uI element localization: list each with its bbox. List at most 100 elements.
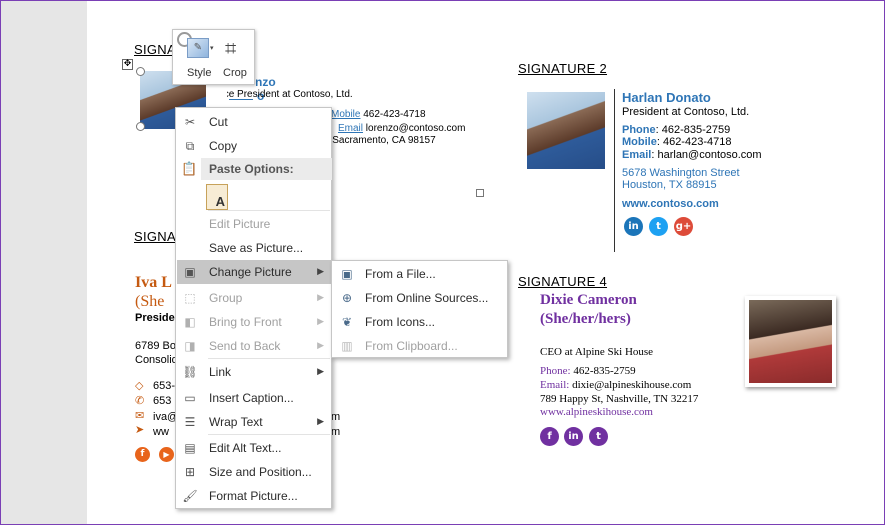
youtube-icon[interactable]: ▶ (159, 447, 174, 462)
menu-item-format-picture[interactable]: 🖌 Format Picture... (177, 484, 332, 508)
menu-item-copy[interactable]: ⧉ Copy (177, 134, 332, 158)
signature-2-name: Harlan Donato (622, 90, 711, 105)
signature-3-title: Preside (135, 312, 175, 324)
facebook-icon[interactable]: f (540, 427, 559, 446)
signature-1-mobile: 462-423-4718 (363, 109, 426, 120)
linkedin-icon[interactable]: in (564, 427, 583, 446)
submenu-arrow-icon: ▶ (317, 341, 324, 351)
resize-handle[interactable] (136, 67, 145, 76)
menu-item-size-and-position[interactable]: ⊞ Size and Position... (177, 460, 332, 484)
cursor-icon: ➤ (135, 424, 145, 436)
signature-2-address-line1: 5678 Washington Street (622, 167, 740, 179)
resize-handle[interactable] (136, 122, 145, 131)
menu-item-bring-to-front: ◧ Bring to Front ▶ (177, 310, 332, 334)
facebook-icon[interactable]: f (135, 447, 150, 462)
submenu-arrow-icon: ▶ (317, 317, 324, 327)
twitter-icon[interactable]: t (589, 427, 608, 446)
menu-item-group-label: Group (209, 291, 243, 305)
menu-item-link-label: Link (209, 365, 232, 379)
menu-item-cut[interactable]: ✂ Cut (177, 110, 332, 134)
signature-2-phone-label: Phone (622, 124, 656, 136)
menu-item-change-picture[interactable]: ▣ Change Picture ▶ (177, 260, 332, 284)
crop-icon[interactable]: ⌗ (225, 38, 236, 58)
change-picture-icon: ▣ (184, 265, 196, 279)
menu-item-insert-caption[interactable]: ▭ Insert Caption... (177, 386, 332, 410)
menu-item-insert-caption-label: Insert Caption... (209, 391, 294, 405)
menu-item-send-to-back-label: Send to Back (209, 339, 281, 353)
submenu-arrow-icon: ▶ (317, 367, 324, 377)
signature-3-website-tail: m (331, 426, 341, 438)
signature-2-title: President at Contoso, Ltd. (622, 106, 750, 118)
menu-item-send-to-back: ◨ Send to Back ▶ (177, 334, 332, 358)
signature-3-website: ww (153, 426, 169, 438)
copy-icon: ⧉ (185, 139, 195, 153)
menu-item-edit-picture-label: Edit Picture (209, 217, 271, 231)
signature-4-name: Dixie Cameron (540, 292, 637, 308)
divider (229, 99, 253, 100)
vertical-divider (614, 89, 615, 252)
submenu-arrow-icon: ▶ (317, 417, 324, 427)
submenu-item-from-clipboard: ▥ From Clipboard... (333, 334, 508, 358)
menu-item-format-picture-label: Format Picture... (209, 489, 298, 503)
scissors-icon: ✂ (184, 115, 196, 129)
crop-button[interactable]: Crop (223, 67, 247, 79)
menu-item-edit-picture: Edit Picture (177, 212, 332, 236)
picture-style-icon[interactable]: ✎ (187, 38, 209, 58)
style-button[interactable]: Style (187, 67, 211, 79)
change-picture-submenu: ▣ From a File... ⊕ From Online Sources... … (331, 260, 508, 358)
signature-2-mobile: : 462-423-4718 (656, 136, 732, 148)
signature-2-phone: : 462-835-2759 (655, 124, 731, 136)
signature-2-email: : harlan@contoso.com (651, 149, 762, 161)
menu-item-size-and-position-label: Size and Position... (209, 465, 312, 479)
menu-item-link[interactable]: ⛓ Link ▶ (177, 360, 332, 384)
signature-2-mobile-label: Mobile (622, 136, 657, 148)
alt-text-icon: ▤ (184, 441, 196, 455)
linkedin-icon[interactable]: in (624, 217, 643, 236)
submenu-item-from-icons[interactable]: ❦ From Icons... (333, 310, 508, 334)
menu-item-group: ⬚ Group ▶ (177, 286, 332, 310)
menu-item-edit-alt-text-label: Edit Alt Text... (209, 441, 282, 455)
menu-item-wrap-text[interactable]: ☰ Wrap Text ▶ (177, 410, 332, 434)
icons-icon: ❦ (341, 315, 353, 329)
signature-4-address: 789 Happy St, Nashville, TN 32217 (540, 393, 699, 405)
submenu-item-from-file[interactable]: ▣ From a File... (333, 262, 508, 286)
caption-icon: ▭ (184, 391, 196, 405)
signature-4-heading: SIGNATURE 4 (518, 274, 608, 289)
menu-item-cut-label: Cut (209, 115, 228, 129)
paste-keep-text-icon[interactable]: A (206, 184, 228, 210)
submenu-item-from-online[interactable]: ⊕ From Online Sources... (333, 286, 508, 310)
signature-1-mobile-label: Mobile (331, 109, 361, 120)
link-icon: ⛓ (182, 365, 198, 379)
twitter-icon[interactable]: t (649, 217, 668, 236)
menu-item-change-picture-label: Change Picture (209, 265, 292, 279)
context-menu: ✂ Cut ⧉ Copy Paste Options: 📋 A Edit Pictu… (175, 107, 332, 509)
phone-icon: ✆ (135, 395, 145, 407)
googleplus-icon[interactable]: g+ (674, 217, 693, 236)
submenu-item-from-online-label: From Online Sources... (365, 291, 489, 305)
menu-item-save-as-picture[interactable]: Save as Picture... (177, 236, 332, 260)
submenu-arrow-icon: ▶ (317, 293, 324, 303)
signature-2-heading: SIGNATURE 2 (518, 61, 608, 76)
bring-to-front-icon: ◧ (184, 315, 196, 329)
menu-item-bring-to-front-label: Bring to Front (209, 315, 282, 329)
harlan-profile-photo (527, 92, 605, 169)
signature-1-email: lorenzo@contoso.com (365, 123, 466, 134)
signature-3-pronoun: (She (135, 293, 165, 310)
menu-item-edit-alt-text[interactable]: ▤ Edit Alt Text... (177, 436, 332, 460)
submenu-item-from-file-label: From a File... (365, 267, 436, 281)
signature-3-phone1: 653- (153, 380, 176, 392)
file-picture-icon: ▣ (341, 267, 353, 281)
signature-4-title: CEO at Alpine Ski House (540, 346, 654, 358)
format-picture-icon: 🖌 (182, 489, 198, 503)
signature-2-website[interactable]: www.contoso.com (622, 198, 719, 210)
signature-3-email-tail: m (331, 411, 341, 423)
anchor-handle[interactable] (476, 189, 484, 197)
submenu-item-from-icons-label: From Icons... (365, 315, 436, 329)
table-move-handle-icon[interactable]: ✥ (122, 59, 133, 70)
submenu-arrow-icon: ▶ (317, 267, 324, 277)
group-icon: ⬚ (184, 291, 196, 305)
online-picture-icon: ⊕ (341, 291, 353, 305)
chevron-down-icon[interactable]: ▾ (210, 44, 214, 52)
signature-4-website[interactable]: www.alpineskihouse.com (540, 406, 653, 418)
paste-options-header: Paste Options: (201, 158, 332, 180)
